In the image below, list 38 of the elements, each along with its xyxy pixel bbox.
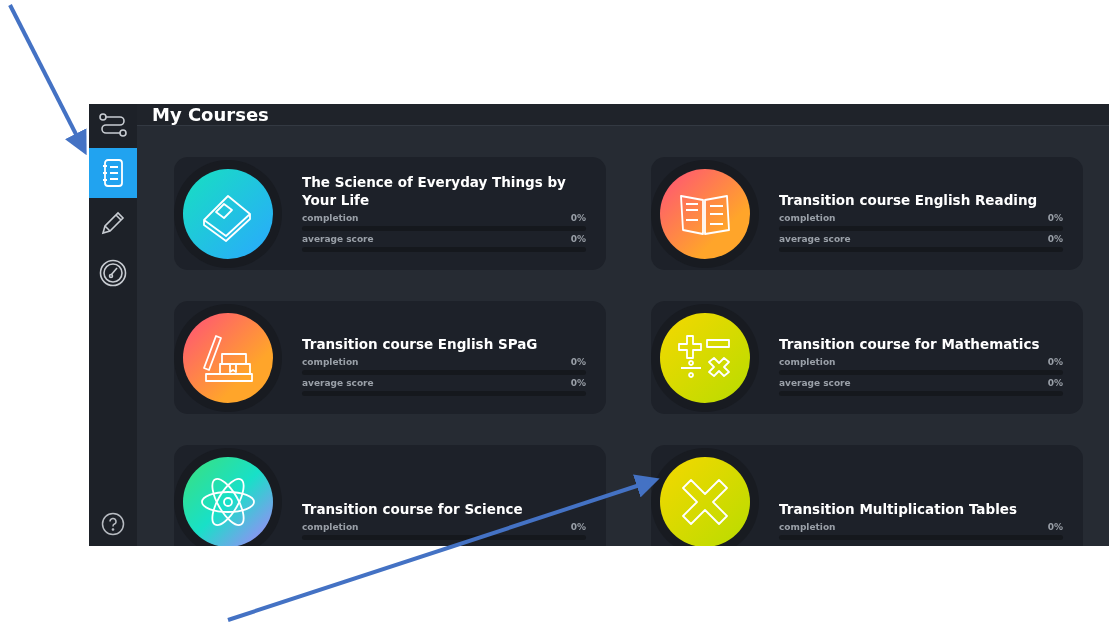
metric-value: 0%: [570, 213, 586, 223]
metric-label: completion: [302, 213, 359, 223]
course-card[interactable]: Transition course English SPaG completion 0% average score 0%: [174, 301, 606, 414]
metric-value: 0%: [1047, 357, 1063, 367]
notebook-icon: [101, 158, 125, 188]
metric-label: average score: [302, 378, 374, 388]
metric-value: 0%: [570, 522, 586, 532]
course-card[interactable]: Transition course for Science completion 0%: [174, 445, 606, 546]
metric-value: 0%: [570, 378, 586, 388]
course-card[interactable]: Transition course for Mathematics completion 0% average score 0%: [651, 301, 1083, 414]
metric-label: average score: [302, 234, 374, 244]
metric-label: average score: [779, 378, 851, 388]
page-title: My Courses: [152, 104, 269, 125]
gauge-icon: [99, 259, 127, 287]
course-card[interactable]: The Science of Everyday Things by Your Life completion 0% average score 0%: [174, 157, 606, 270]
sliders-icon[interactable]: [98, 112, 128, 138]
course-title: Transition course English Reading: [779, 191, 1039, 209]
course-title: The Science of Everyday Things by Your Life: [302, 173, 567, 209]
metric-value: 0%: [1047, 213, 1063, 223]
metric-label: average score: [779, 234, 851, 244]
metric-label: completion: [779, 213, 836, 223]
course-title: Transition course for Mathematics: [779, 335, 1041, 353]
metric-value: 0%: [1047, 522, 1063, 532]
help-icon[interactable]: [101, 512, 125, 536]
metric-value: 0%: [1047, 378, 1063, 388]
course-card[interactable]: Transition course English Reading completion 0% average score 0%: [651, 157, 1083, 270]
metric-label: completion: [779, 522, 836, 532]
course-title: Transition course English SPaG: [302, 335, 539, 353]
metric-value: 0%: [570, 357, 586, 367]
course-title: Transition course for Science: [302, 500, 524, 518]
metric-label: completion: [302, 357, 359, 367]
course-card[interactable]: Transition Multiplication Tables completion 0%: [651, 445, 1083, 546]
metric-label: completion: [779, 357, 836, 367]
metric-label: completion: [302, 522, 359, 532]
pencil-icon: [100, 210, 126, 236]
metric-value: 0%: [570, 234, 586, 244]
course-title: Transition Multiplication Tables: [779, 500, 1018, 518]
metric-value: 0%: [1047, 234, 1063, 244]
